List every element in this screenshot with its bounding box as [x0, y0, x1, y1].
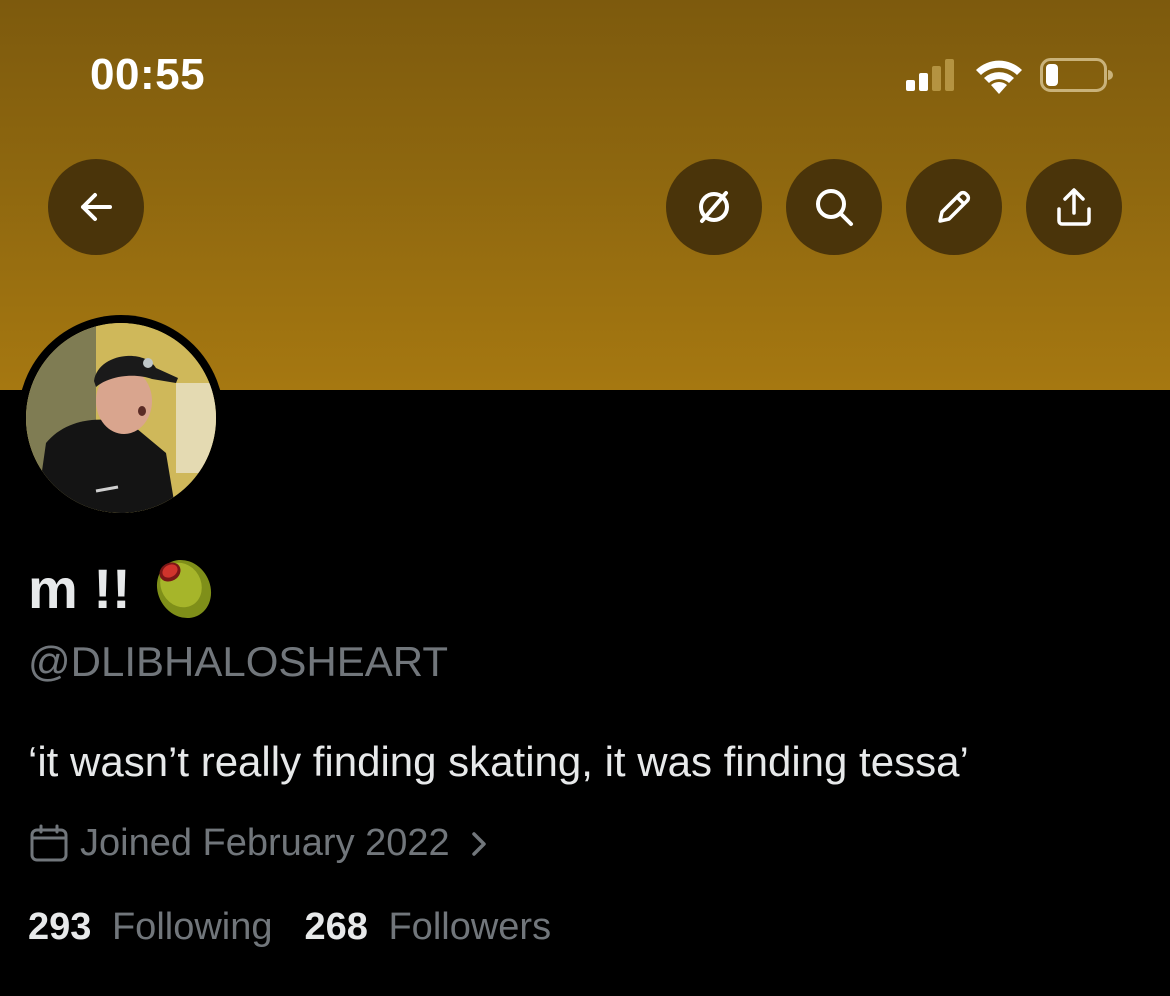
- profile-bio: ‘it wasn’t really finding skating, it wa…: [28, 738, 969, 785]
- joined-text: Joined February 2022: [80, 822, 450, 864]
- followers-link[interactable]: 268 Followers: [305, 906, 552, 949]
- arrow-left-icon: [81, 193, 112, 221]
- avatar-ring: [18, 315, 224, 521]
- avatar[interactable]: [26, 323, 216, 513]
- battery-icon: [1040, 58, 1113, 92]
- hide-button[interactable]: [666, 159, 762, 255]
- avatar-photo: [26, 323, 216, 513]
- share-icon: [1057, 188, 1091, 226]
- followers-label: Followers: [388, 906, 552, 948]
- joined-date[interactable]: Joined February 2022: [28, 822, 494, 865]
- edit-button[interactable]: [906, 159, 1002, 255]
- chevron-right-icon: [471, 831, 486, 856]
- share-button[interactable]: [1026, 159, 1122, 255]
- olive-emoji: [156, 559, 211, 619]
- pencil-icon: [938, 190, 971, 223]
- search-icon: [816, 189, 853, 226]
- following-count: 293: [28, 906, 92, 948]
- following-link[interactable]: 293 Following: [28, 906, 273, 949]
- back-button[interactable]: [48, 159, 144, 255]
- wifi-icon: [976, 60, 1022, 94]
- display-name-text: m !!: [28, 556, 131, 620]
- followers-count: 268: [304, 906, 368, 948]
- following-label: Following: [111, 906, 273, 948]
- no-symbol-icon: [699, 191, 729, 223]
- search-button[interactable]: [786, 159, 882, 255]
- display-name: m !!: [28, 555, 217, 621]
- cellular-signal-icon: [906, 59, 954, 91]
- profile-handle: @DLIBHALOSHEART: [28, 638, 448, 685]
- status-time: 00:55: [90, 50, 206, 99]
- calendar-icon: [30, 824, 68, 861]
- follow-stats: 293 Following 268 Followers: [28, 906, 551, 949]
